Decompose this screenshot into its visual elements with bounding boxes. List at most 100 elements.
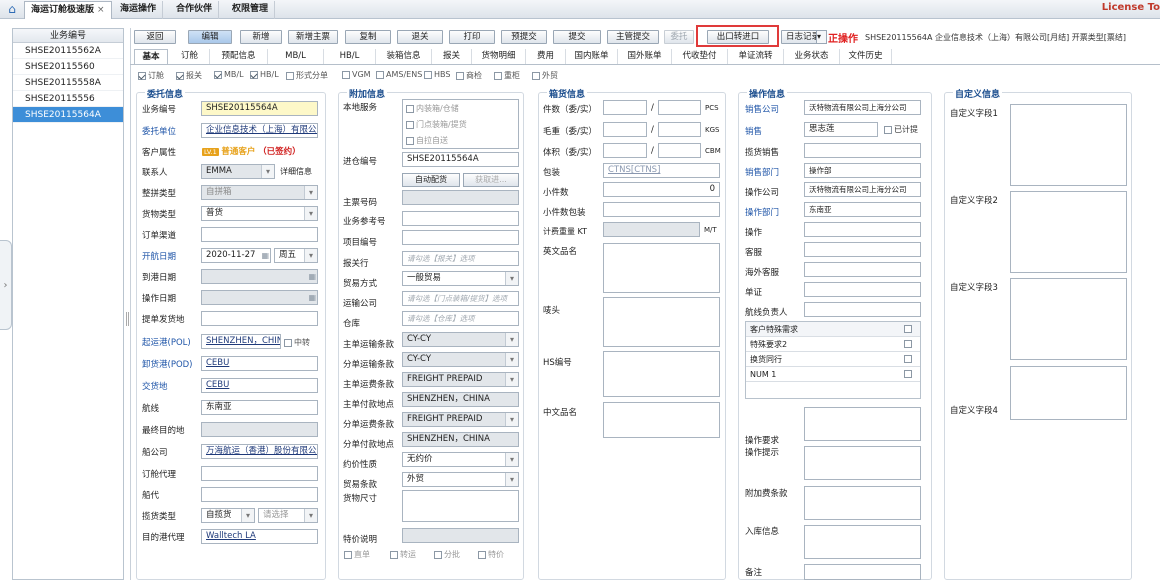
add-master-button[interactable]: 新增主票 [288, 30, 338, 44]
tab-fees[interactable]: 费用 [526, 49, 566, 64]
option-form-split[interactable]: 形式分单 [286, 70, 328, 81]
option-heavy[interactable]: 重柜 [494, 70, 520, 81]
option-inner-packing[interactable]: 内装箱/仓储 [406, 103, 459, 114]
transfer-option[interactable]: 中转 [284, 337, 310, 348]
gross-input[interactable] [603, 122, 647, 137]
op-tip-textarea[interactable] [804, 446, 921, 480]
copy-button[interactable]: 复制 [345, 30, 391, 44]
goodstype-select[interactable]: 普货 [201, 206, 318, 221]
strans-select[interactable]: CY-CY [402, 352, 519, 367]
sfreight-select[interactable]: FREIGHT PREPAID [402, 412, 519, 427]
checkbox[interactable] [532, 71, 540, 80]
english-name-textarea[interactable] [603, 243, 720, 293]
client-input[interactable]: 企业信息技术（上海）有限公司 [201, 123, 318, 138]
boxtype-select[interactable]: 自拼箱 [201, 185, 318, 200]
carrier-input[interactable]: 万海航运（香港）股份有限公司 [201, 444, 318, 459]
arrive-date-input[interactable] [201, 269, 318, 284]
small-pieces-input[interactable]: 0 [603, 182, 720, 197]
auto-allocate-button[interactable]: 自动配货 [402, 173, 460, 187]
entrust-button[interactable]: 委托 [664, 30, 694, 44]
warehouse-input[interactable]: SHSE20115564A [402, 152, 519, 167]
checkbox[interactable] [494, 71, 502, 80]
small-pack-input[interactable] [603, 202, 720, 217]
proj-input[interactable] [402, 230, 519, 245]
list-item[interactable]: SHSE20115560 [13, 59, 123, 75]
list-item[interactable]: SHSE20115558A [13, 75, 123, 91]
mainno-input[interactable] [402, 190, 519, 205]
mpay-input[interactable]: SHENZHEN，CHINA [402, 392, 519, 407]
option-transship[interactable]: 转运 [390, 549, 416, 560]
log-button[interactable]: 日志记录 ▾ [781, 30, 827, 44]
checkbox[interactable] [904, 340, 912, 348]
tab-goods[interactable]: 货物明细 [472, 49, 526, 64]
list-item[interactable]: SHSE20115562A [13, 43, 123, 59]
contact-select[interactable]: EMMA [201, 164, 275, 179]
tab-basic[interactable]: 基本 [134, 49, 168, 64]
checkbox[interactable] [176, 71, 184, 80]
tab-status[interactable]: 业务状态 [784, 49, 840, 64]
tab-booking[interactable]: 订舱 [170, 49, 210, 64]
option-hbl[interactable]: HB/L [250, 70, 279, 79]
tab-customs[interactable]: 报关 [432, 49, 472, 64]
op-company-input[interactable]: 沃特物流有限公司上海分公司 [804, 182, 921, 197]
add-button[interactable]: 新增 [240, 30, 282, 44]
checkbox[interactable] [884, 125, 892, 134]
volume-actual-input[interactable] [658, 143, 701, 158]
checkbox[interactable] [376, 70, 384, 79]
overseas-cs-input[interactable] [804, 262, 921, 277]
storage-input[interactable]: 请勾选【仓库】选项 [402, 311, 519, 326]
checkbox[interactable] [286, 71, 294, 80]
sales-dept-input[interactable]: 操作部 [804, 163, 921, 178]
manager-submit-button[interactable]: 主管提交 [607, 30, 659, 44]
opdate-input[interactable] [201, 290, 318, 305]
sales-input[interactable]: 思志莲 [804, 122, 878, 137]
submit-button[interactable]: 提交 [553, 30, 601, 44]
checkbox[interactable] [406, 136, 414, 145]
instore-textarea[interactable] [804, 525, 921, 559]
option-ams[interactable]: AMS/ENS [376, 70, 422, 79]
tab-mbl[interactable]: MB/L [268, 49, 324, 64]
checkbox[interactable] [434, 550, 442, 559]
bizref-input[interactable] [402, 211, 519, 226]
edit-button[interactable]: 编辑 [188, 30, 232, 44]
volume-input[interactable] [603, 143, 647, 158]
checkbox[interactable] [250, 70, 258, 79]
chinese-name-textarea[interactable] [603, 402, 720, 438]
contract-select[interactable]: 无约价 [402, 452, 519, 467]
pieces-input[interactable] [603, 100, 647, 115]
final-dest-input[interactable] [201, 422, 318, 437]
pol-input[interactable]: SHENZHEN，CHINA [201, 334, 281, 349]
option-specialprice[interactable]: 特价 [478, 549, 504, 560]
tab-permissions[interactable]: 权限管理 [226, 1, 276, 19]
tab-sea-operation[interactable]: 海运操作 [114, 1, 164, 19]
checkbox[interactable] [284, 338, 292, 347]
transport-input[interactable]: 请勾选【门点装箱/提货】选项 [402, 291, 519, 306]
size-textarea[interactable] [402, 490, 519, 522]
solicit-select[interactable]: 自揽货 [201, 508, 255, 523]
accrued-option[interactable]: 已计提 [884, 124, 918, 135]
weekday-select[interactable]: 周五 [274, 248, 318, 263]
channel-input[interactable] [201, 227, 318, 242]
tab-sea-booking[interactable]: 海运订舱极速版 × [24, 1, 112, 19]
option-inspection[interactable]: 商检 [456, 70, 482, 81]
tradeterm-select[interactable]: 外贸 [402, 472, 519, 487]
op-dept-input[interactable]: 东南亚 [804, 202, 921, 217]
print-button[interactable]: 打印 [449, 30, 495, 44]
trade-select[interactable]: 一般贸易 [402, 271, 519, 286]
custom-field-2[interactable] [1010, 191, 1127, 273]
checkbox[interactable] [406, 104, 414, 113]
solicit-sales-input[interactable] [804, 143, 921, 158]
option-booking[interactable]: 订舱 [138, 70, 164, 81]
table-row[interactable]: NUM 1 [746, 367, 920, 382]
mark-textarea[interactable] [603, 297, 720, 347]
close-icon[interactable]: × [97, 5, 105, 15]
route-owner-input[interactable] [804, 302, 921, 317]
mtrans-select[interactable]: CY-CY [402, 332, 519, 347]
solicit-select-2[interactable]: 请选择 [258, 508, 318, 523]
checkbox[interactable] [424, 70, 432, 79]
gross-actual-input[interactable] [658, 122, 701, 137]
option-foreign[interactable]: 外贸 [532, 70, 558, 81]
option-self-delivery[interactable]: 自拉自送 [406, 135, 448, 146]
cs-input[interactable] [804, 242, 921, 257]
op-requirement-textarea[interactable] [804, 407, 921, 441]
